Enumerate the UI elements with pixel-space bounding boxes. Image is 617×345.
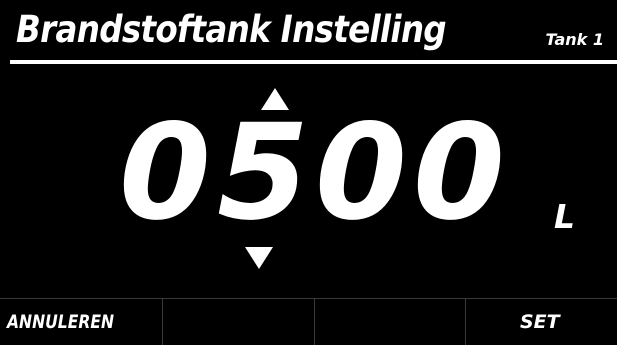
cancel-button-label: ANNULEREN bbox=[7, 311, 115, 333]
digit-3[interactable]: 0 bbox=[314, 98, 407, 248]
header-bar: Brandstoftank Instelling Tank 1 bbox=[0, 0, 617, 60]
value-editor: 0 5 0 0 L bbox=[0, 64, 617, 298]
digit-1[interactable]: 0 bbox=[118, 98, 211, 248]
unit-label: L bbox=[554, 197, 576, 236]
softkey-2[interactable] bbox=[163, 299, 314, 345]
softkey-bar: ANNULEREN SET bbox=[0, 299, 617, 345]
value-display: 0 5 0 0 bbox=[118, 98, 518, 248]
digit-4[interactable]: 0 bbox=[412, 98, 505, 248]
set-button-label: SET bbox=[520, 311, 560, 333]
softkey-3[interactable] bbox=[315, 299, 465, 345]
cancel-button[interactable]: ANNULEREN bbox=[0, 299, 162, 345]
triangle-down-icon[interactable] bbox=[245, 247, 273, 269]
digit-2-selected[interactable]: 5 bbox=[216, 98, 309, 248]
tank-indicator: Tank 1 bbox=[545, 30, 604, 49]
page-title: Brandstoftank Instelling bbox=[16, 8, 447, 51]
set-button[interactable]: SET bbox=[466, 299, 617, 345]
